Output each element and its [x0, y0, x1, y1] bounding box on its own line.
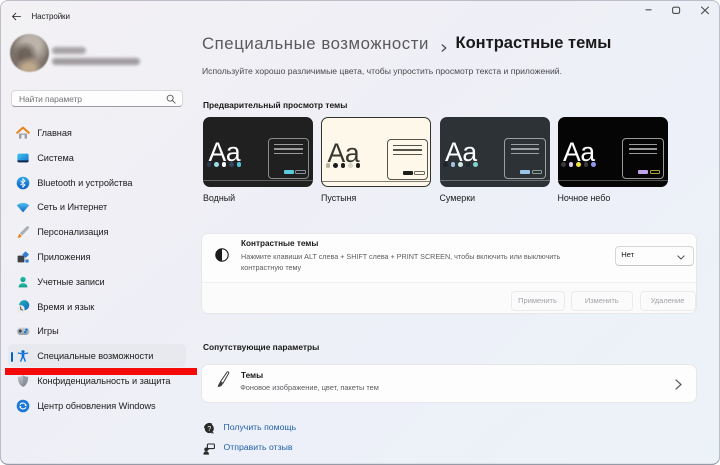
svg-text:?: ? [207, 426, 211, 433]
